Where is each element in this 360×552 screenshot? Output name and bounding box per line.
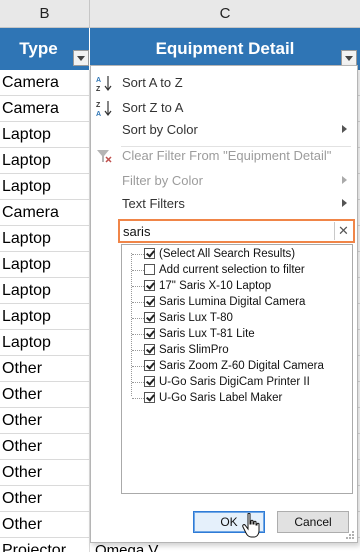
equipment-detail-header-label: Equipment Detail [155,39,295,58]
sort-descending-icon: Z A [96,101,112,117]
equipment-detail-header-cell[interactable]: Equipment Detail [90,28,360,70]
type-cell[interactable]: Laptop [0,304,90,330]
filter-value-label: Saris Zoom Z-60 Digital Camera [159,360,324,372]
type-cell[interactable]: Other [0,382,90,408]
mouse-pointer-icon [242,513,260,538]
filter-value-label: U-Go Saris Label Maker [159,392,283,404]
checked-checkbox[interactable] [144,328,155,339]
submenu-arrow-icon [342,176,347,184]
text-filters-label: Text Filters [122,196,185,211]
filter-value-label: Saris Lumina Digital Camera [159,296,306,308]
type-filter-dropdown-button[interactable] [73,50,89,66]
type-cell[interactable]: Laptop [0,226,90,252]
tree-connector [132,254,144,255]
tree-connector [132,270,144,271]
type-cell[interactable]: Projector [0,538,90,552]
sort-by-color-label: Sort by Color [122,122,198,137]
type-cell[interactable]: Laptop [0,122,90,148]
type-cell[interactable]: Other [0,356,90,382]
clear-filter-item: Clear Filter From "Equipment Detail" [91,143,357,168]
filter-search-box: ✕ [118,219,355,243]
sort-ascending-icon: A Z [96,76,112,92]
column-header-c[interactable]: C [90,0,360,28]
type-cell[interactable]: Laptop [0,148,90,174]
filter-value-label: Saris SlimPro [159,344,229,356]
submenu-arrow-icon [342,125,347,133]
filter-value-label: Add current selection to filter [159,264,305,276]
tree-connector [132,350,144,351]
sort-a-to-z-label: Sort A to Z [122,75,183,90]
table-header-row: Type Equipment Detail [0,28,360,70]
svg-text:A: A [96,77,101,84]
filter-by-color-label: Filter by Color [122,173,203,188]
tree-connector [132,302,144,303]
column-header-b[interactable]: B [0,0,90,28]
filter-value-label: Saris Lux T-80 [159,312,233,324]
sort-by-color-item[interactable]: Sort by Color [91,117,357,142]
tree-connector [132,366,144,367]
tree-connector [132,334,144,335]
type-cell[interactable]: Laptop [0,174,90,200]
column-header-bar: B C [0,0,360,28]
checked-checkbox[interactable] [144,392,155,403]
checked-checkbox[interactable] [144,344,155,355]
filter-value-label: Saris Lux T-81 Lite [159,328,255,340]
type-cell[interactable]: Other [0,486,90,512]
cancel-button[interactable]: Cancel [277,511,349,533]
unchecked-checkbox[interactable] [144,264,155,275]
equipment-detail-filter-dropdown-button[interactable] [341,50,357,66]
checked-checkbox[interactable] [144,360,155,371]
tree-connector [132,286,144,287]
tree-connector [131,253,132,396]
checked-checkbox[interactable] [144,280,155,291]
type-cell[interactable]: Laptop [0,330,90,356]
type-cell[interactable]: Other [0,408,90,434]
autofilter-menu: A Z Sort A to Z Z A Sort Z to A Sort by … [90,65,358,543]
resize-grip-icon[interactable] [345,530,355,540]
filter-by-color-item: Filter by Color [91,168,357,193]
type-cell[interactable]: Laptop [0,278,90,304]
tree-connector [132,382,144,383]
submenu-arrow-icon [342,199,347,207]
checked-checkbox[interactable] [144,312,155,323]
checked-checkbox[interactable] [144,376,155,387]
type-header-label: Type [19,39,58,58]
type-cell[interactable]: Other [0,460,90,486]
svg-text:Z: Z [96,102,101,109]
tree-connector [132,318,144,319]
sort-a-to-z-item[interactable]: A Z Sort A to Z [91,70,357,95]
checked-checkbox[interactable] [144,296,155,307]
type-cell[interactable]: Camera [0,200,90,226]
clear-filter-icon [97,150,112,163]
clear-filter-label: Clear Filter From "Equipment Detail" [122,148,332,163]
type-cell[interactable]: Other [0,512,90,538]
filter-value-label: U-Go Saris DigiCam Printer II [159,376,310,388]
filter-value-label: 17" Saris X-10 Laptop [159,280,272,292]
checked-checkbox[interactable] [144,248,155,259]
text-filters-item[interactable]: Text Filters [91,191,357,216]
clear-search-icon[interactable]: ✕ [334,222,352,240]
type-cell[interactable]: Camera [0,70,90,96]
filter-values-list[interactable]: (Select All Search Results) Add current s… [121,244,353,494]
type-cell[interactable]: Other [0,434,90,460]
svg-text:Z: Z [96,86,101,92]
filter-value-label: (Select All Search Results) [159,248,296,260]
type-cell[interactable]: Camera [0,96,90,122]
filter-search-input[interactable] [121,222,331,240]
type-cell[interactable]: Laptop [0,252,90,278]
tree-connector [132,398,144,399]
